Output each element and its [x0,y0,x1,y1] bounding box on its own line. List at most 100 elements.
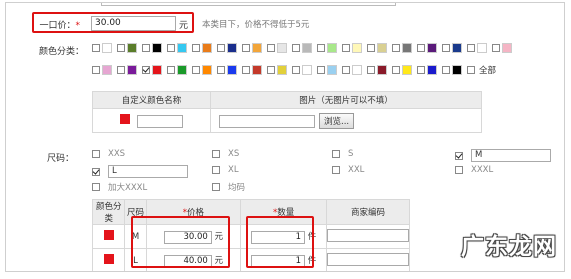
color-swatch-option[interactable] [117,65,137,75]
size-checkbox[interactable] [92,183,100,191]
size-option[interactable]: XXXL [455,165,493,175]
size-alias-input[interactable]: M [471,149,551,162]
color-swatch-option[interactable] [442,43,462,53]
size-option[interactable]: L [92,165,188,178]
size-checkbox[interactable] [212,183,220,191]
size-alias-input[interactable]: L [108,165,188,178]
color-checkbox[interactable] [442,66,450,74]
color-swatch-option[interactable] [242,43,262,53]
color-swatch-option[interactable] [492,43,512,53]
color-swatch-option[interactable] [117,43,137,53]
size-checkbox[interactable] [332,166,340,174]
color-checkbox[interactable] [367,44,375,52]
color-swatch-option[interactable] [467,43,487,53]
size-name: 均码 [228,183,246,193]
color-swatch-option[interactable] [142,43,162,53]
sku-code-input[interactable] [327,228,409,242]
color-swatch-option[interactable] [292,43,312,53]
color-checkbox[interactable] [192,44,200,52]
color-swatch-option[interactable] [342,65,362,75]
color-swatch-option[interactable] [367,65,387,75]
color-checkbox[interactable] [92,66,100,74]
color-swatch-option[interactable] [192,65,212,75]
color-checkbox[interactable] [92,44,100,52]
size-checkbox[interactable] [455,151,463,160]
size-checkbox[interactable] [455,166,463,174]
color-checkbox[interactable] [342,66,350,74]
color-checkbox[interactable] [192,66,200,74]
color-checkbox[interactable] [142,44,150,52]
color-checkbox[interactable] [142,66,150,74]
size-option[interactable]: XXS [92,149,125,159]
color-checkbox[interactable] [217,44,225,52]
color-swatch-option[interactable] [392,65,412,75]
sku-code-input[interactable] [327,252,409,266]
color-checkbox[interactable] [267,66,275,74]
color-checkbox[interactable] [417,66,425,74]
color-swatch-option[interactable] [342,43,362,53]
color-checkbox[interactable] [292,44,300,52]
size-option[interactable]: S [332,149,353,159]
color-swatch-option[interactable] [317,43,337,53]
color-swatch-option[interactable] [92,65,112,75]
color-swatch-row-2: 全部 [92,64,501,76]
color-checkbox[interactable] [392,44,400,52]
size-checkbox[interactable] [92,150,100,158]
size-option[interactable]: XS [212,149,239,159]
browse-button[interactable]: 浏览... [319,112,355,129]
color-checkbox[interactable] [242,44,250,52]
size-option[interactable]: XXL [332,165,364,175]
color-checkbox[interactable] [217,66,225,74]
color-checkbox[interactable] [417,44,425,52]
color-swatch-option[interactable] [417,43,437,53]
price-label: 一口价：* [39,21,80,31]
select-all-checkbox[interactable] [467,66,475,74]
color-checkbox[interactable] [292,66,300,74]
size-checkbox[interactable] [332,150,340,158]
color-swatch-option[interactable] [367,43,387,53]
color-checkbox[interactable] [167,66,175,74]
color-checkbox[interactable] [392,66,400,74]
color-checkbox[interactable] [467,44,475,52]
color-swatch-option[interactable] [292,65,312,75]
size-option[interactable]: 加大XXXL [92,181,147,193]
color-checkbox[interactable] [342,44,350,52]
select-all-colors[interactable]: 全部 [467,64,496,76]
color-swatch-option[interactable] [142,65,162,75]
color-swatch-option[interactable] [267,43,287,53]
color-checkbox[interactable] [367,66,375,74]
color-checkbox[interactable] [317,66,325,74]
color-swatch-option[interactable] [217,43,237,53]
color-swatch-option[interactable] [242,65,262,75]
size-checkbox[interactable] [92,167,100,176]
color-swatch-option[interactable] [192,43,212,53]
size-checkbox[interactable] [212,166,220,174]
color-checkbox[interactable] [442,44,450,52]
color-checkbox[interactable] [267,44,275,52]
image-path-input[interactable] [219,114,315,128]
color-swatch-option[interactable] [417,65,437,75]
color-swatch-option[interactable] [217,65,237,75]
color-swatch-option[interactable] [92,43,112,53]
color-checkbox[interactable] [167,44,175,52]
color-checkbox[interactable] [317,44,325,52]
size-option[interactable]: XL [212,165,239,175]
custom-color-name-input[interactable] [136,114,183,128]
color-checkbox[interactable] [117,66,125,74]
price-input[interactable]: 30.00 [91,16,176,31]
color-checkbox[interactable] [117,44,125,52]
size-option[interactable]: M [455,149,551,162]
color-swatch-option[interactable] [167,43,187,53]
color-swatch [152,43,162,53]
color-checkbox[interactable] [242,66,250,74]
custom-color-table: 自定义颜色名称 图片（无图片可以不填） 浏览... [92,91,482,133]
color-swatch-option[interactable] [392,43,412,53]
sku-color-swatch [103,230,114,240]
color-swatch-option[interactable] [317,65,337,75]
color-swatch-option[interactable] [442,65,462,75]
size-checkbox[interactable] [212,150,220,158]
size-option[interactable]: 均码 [212,181,245,193]
color-swatch-option[interactable] [267,65,287,75]
color-swatch-option[interactable] [167,65,187,75]
color-checkbox[interactable] [492,44,500,52]
